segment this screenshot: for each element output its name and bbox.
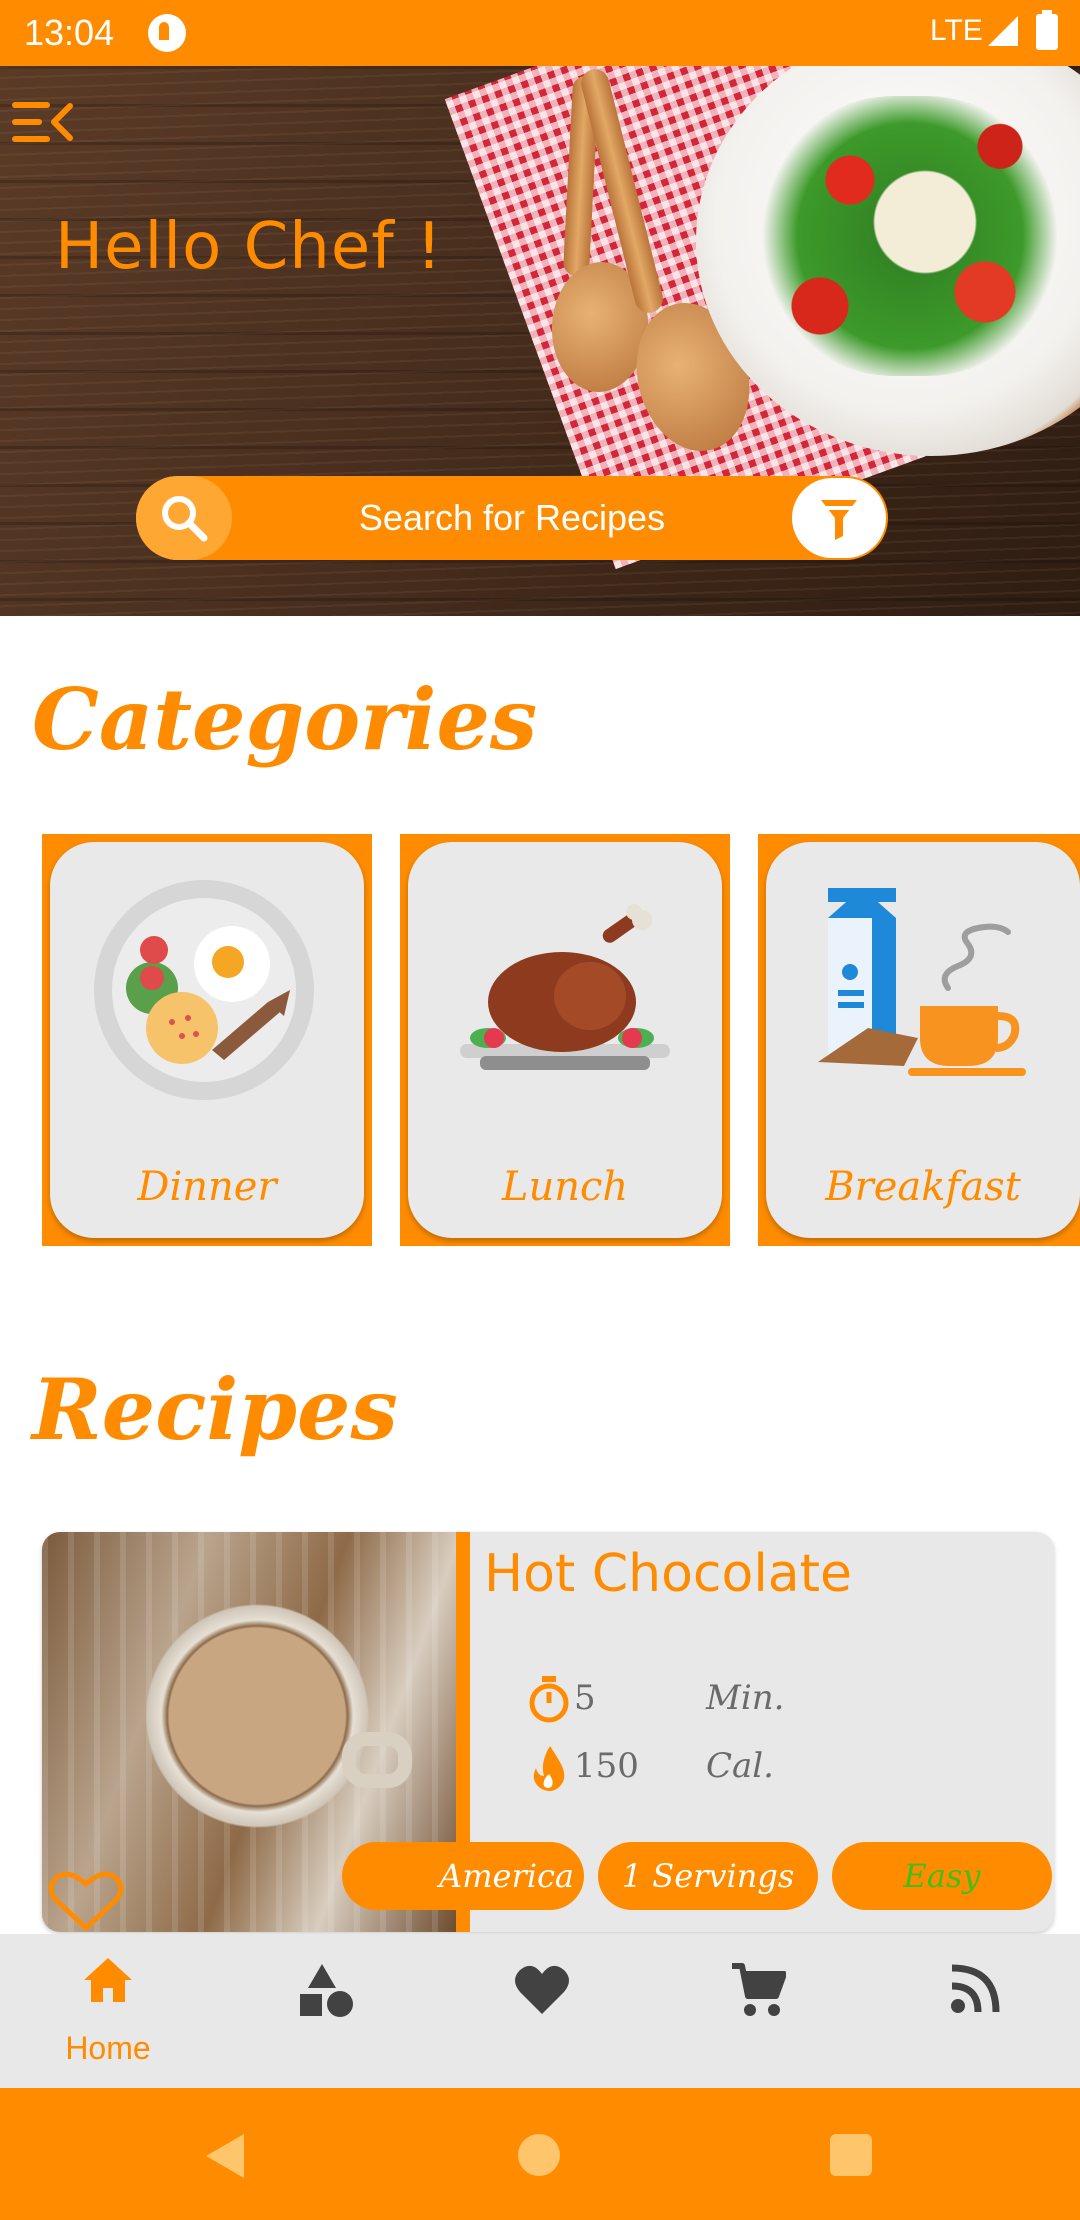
category-card-body: Lunch (408, 842, 722, 1238)
filter-icon (821, 500, 857, 540)
recipe-difficulty-tag: Easy (832, 1842, 1052, 1910)
status-bar: 13:04 LTE (0, 0, 1080, 66)
greeting-title: Hello Chef ! (55, 210, 443, 284)
category-card-body: Dinner (50, 842, 364, 1238)
dinner-plate-icon (94, 880, 314, 1100)
flame-icon (533, 1746, 565, 1791)
battery-icon (1036, 10, 1058, 50)
category-label: Lunch (501, 1164, 629, 1210)
back-icon[interactable] (206, 2134, 244, 2178)
category-card-dinner[interactable]: Dinner (42, 834, 372, 1246)
category-label: Breakfast (825, 1164, 1021, 1210)
recipes-title: Recipes (32, 1360, 398, 1459)
recipe-calories-value: 150 (574, 1746, 639, 1786)
milk-coffee-icon (818, 888, 1026, 1076)
recipe-calories-unit: Cal. (706, 1746, 774, 1786)
system-navigation-bar (0, 2088, 1080, 2220)
search-bar[interactable]: Search for Recipes (136, 476, 888, 560)
recipe-card[interactable]: Hot Chocolate 5 Min. 150 Cal. America 1 … (42, 1532, 1054, 1932)
roast-chicken-icon (460, 904, 670, 1070)
recipe-time-unit: Min. (706, 1678, 785, 1718)
app-notification-icon (148, 14, 186, 52)
categories-title: Categories (32, 670, 538, 769)
timer-icon (529, 1676, 569, 1723)
search-input[interactable]: Search for Recipes (136, 476, 888, 560)
categories-icon (300, 1964, 353, 2017)
status-time: 13:04 (24, 12, 115, 53)
favorite-heart-icon[interactable] (48, 1870, 124, 1932)
recent-apps-icon[interactable] (830, 2134, 872, 2176)
menu-drawer-icon[interactable] (10, 98, 74, 148)
nav-categories[interactable] (216, 1934, 432, 2088)
nav-home-label: Home (65, 2030, 151, 2066)
filter-button[interactable] (792, 478, 886, 558)
favorites-heart-icon (515, 1965, 569, 2014)
recipe-time-value: 5 (574, 1678, 596, 1718)
category-label: Dinner (137, 1164, 277, 1210)
search-icon (162, 496, 208, 542)
recipe-servings-tag: 1 Servings (598, 1842, 818, 1910)
rss-feed-icon (951, 1964, 1000, 2013)
nav-feed[interactable] (864, 1934, 1080, 2088)
nav-cart[interactable] (648, 1934, 864, 2088)
nav-home[interactable]: Home (0, 1934, 216, 2088)
search-button[interactable] (136, 476, 232, 560)
hero-salad-decoration (760, 96, 1060, 376)
category-card-breakfast[interactable]: Breakfast (758, 834, 1080, 1246)
recipe-cuisine-tag: America (342, 1842, 584, 1910)
category-card-lunch[interactable]: Lunch (400, 834, 730, 1246)
home-icon (84, 1958, 132, 2002)
recipe-title: Hot Chocolate (484, 1544, 853, 1604)
signal-icon (988, 16, 1018, 46)
network-type: LTE (930, 14, 983, 47)
recipe-image-detail (342, 1732, 412, 1788)
nav-favorites[interactable] (432, 1934, 648, 2088)
cart-icon (732, 1963, 786, 2016)
home-circle-icon[interactable] (518, 2134, 560, 2176)
category-card-body: Breakfast (766, 842, 1080, 1238)
bottom-navigation: Home (0, 1934, 1080, 2088)
